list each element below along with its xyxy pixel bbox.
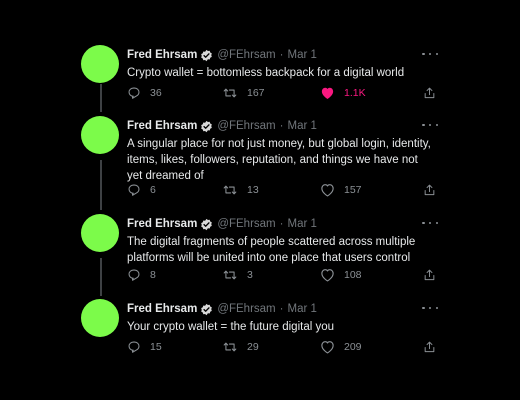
share-icon	[424, 341, 435, 353]
share-button[interactable]	[423, 339, 436, 355]
verified-badge-icon	[200, 218, 213, 231]
retweet-button[interactable]: 29	[222, 339, 259, 355]
tweet-text: Your crypto wallet = the future digital …	[127, 321, 335, 333]
tweet-text: The digital fragments of people scattere…	[127, 236, 416, 264]
share-button[interactable]	[423, 182, 436, 198]
reply-button[interactable]: 15	[127, 339, 162, 355]
tweet-header: Fred Ehrsam @FEhrsam · Mar 1	[127, 216, 317, 232]
thread-connector-line	[100, 258, 102, 296]
share-button[interactable]	[423, 85, 436, 101]
header-separator: ·	[279, 303, 284, 315]
tweet-date[interactable]: Mar 1	[287, 303, 316, 315]
more-options-icon[interactable]	[422, 49, 438, 59]
heart-icon	[321, 269, 334, 282]
like-button[interactable]: 1.1K	[320, 85, 366, 101]
author-name[interactable]: Fred Ehrsam	[127, 218, 197, 230]
like-button[interactable]: 209	[320, 339, 362, 355]
retweet-icon	[223, 88, 237, 98]
retweet-button[interactable]: 3	[222, 267, 253, 283]
author-handle[interactable]: @FEhrsam	[217, 218, 275, 230]
reply-count: 36	[150, 87, 162, 99]
author-handle[interactable]: @FEhrsam	[217, 120, 275, 132]
header-separator: ·	[279, 120, 284, 132]
profile-avatar[interactable]	[81, 116, 119, 154]
retweet-count: 167	[247, 87, 265, 99]
like-button[interactable]: 108	[320, 267, 362, 283]
thread-connector-line	[100, 160, 102, 210]
tweet-date[interactable]: Mar 1	[287, 218, 316, 230]
tweet-header: Fred Ehrsam @FEhrsam · Mar 1	[127, 118, 317, 134]
more-options-icon[interactable]	[422, 120, 438, 130]
retweet-button[interactable]: 13	[222, 182, 259, 198]
verified-badge-icon	[200, 303, 213, 316]
like-button[interactable]: 157	[320, 182, 362, 198]
tweet-actions: 15 29 209	[127, 339, 439, 355]
author-name[interactable]: Fred Ehrsam	[127, 49, 197, 61]
reply-count: 6	[150, 184, 156, 196]
verified-badge-icon	[200, 49, 213, 62]
profile-avatar[interactable]	[81, 214, 119, 252]
reply-icon	[128, 87, 140, 99]
like-count: 157	[344, 184, 362, 196]
author-handle[interactable]: @FEhrsam	[217, 49, 275, 61]
heart-icon	[321, 184, 334, 197]
retweet-icon	[223, 185, 237, 195]
profile-avatar[interactable]	[81, 45, 119, 83]
author-name[interactable]: Fred Ehrsam	[127, 120, 197, 132]
reply-count: 15	[150, 341, 162, 353]
reply-button[interactable]: 8	[127, 267, 156, 283]
reply-count: 8	[150, 269, 156, 281]
like-count: 209	[344, 341, 362, 353]
reply-button[interactable]: 6	[127, 182, 156, 198]
retweet-button[interactable]: 167	[222, 85, 265, 101]
tweet-date[interactable]: Mar 1	[287, 49, 316, 61]
tweet-text: A singular place for not just money, but…	[127, 138, 431, 182]
retweet-icon	[223, 342, 237, 352]
heart-icon	[321, 87, 334, 99]
retweet-count: 13	[247, 184, 259, 196]
retweet-icon	[223, 270, 237, 280]
retweet-count: 3	[247, 269, 253, 281]
thread-connector-line	[100, 84, 102, 112]
tweet-actions: 6 13 157	[127, 182, 439, 198]
reply-icon	[128, 184, 140, 196]
heart-icon	[321, 341, 334, 354]
tweet-text: Crypto wallet = bottomless backpack for …	[127, 67, 405, 79]
share-icon	[424, 269, 435, 281]
tweet-thread: Fred Ehrsam @FEhrsam · Mar 1 Crypto wall…	[0, 0, 520, 400]
tweet-actions: 8 3 108	[127, 267, 439, 283]
tweet-header: Fred Ehrsam @FEhrsam · Mar 1	[127, 301, 317, 317]
author-handle[interactable]: @FEhrsam	[217, 303, 275, 315]
tweet-actions: 36 167 1.1K	[127, 85, 439, 101]
tweet-date[interactable]: Mar 1	[287, 120, 316, 132]
reply-icon	[128, 269, 140, 281]
more-options-icon[interactable]	[422, 303, 438, 313]
like-count: 108	[344, 269, 362, 281]
more-options-icon[interactable]	[422, 218, 438, 228]
share-icon	[424, 184, 435, 196]
verified-badge-icon	[200, 120, 213, 133]
retweet-count: 29	[247, 341, 259, 353]
profile-avatar[interactable]	[81, 299, 119, 337]
header-separator: ·	[279, 218, 284, 230]
reply-button[interactable]: 36	[127, 85, 162, 101]
author-name[interactable]: Fred Ehrsam	[127, 303, 197, 315]
share-icon	[424, 87, 435, 99]
tweet-header: Fred Ehrsam @FEhrsam · Mar 1	[127, 47, 317, 63]
like-count: 1.1K	[344, 87, 366, 99]
share-button[interactable]	[423, 267, 436, 283]
header-separator: ·	[279, 49, 284, 61]
reply-icon	[128, 341, 140, 353]
